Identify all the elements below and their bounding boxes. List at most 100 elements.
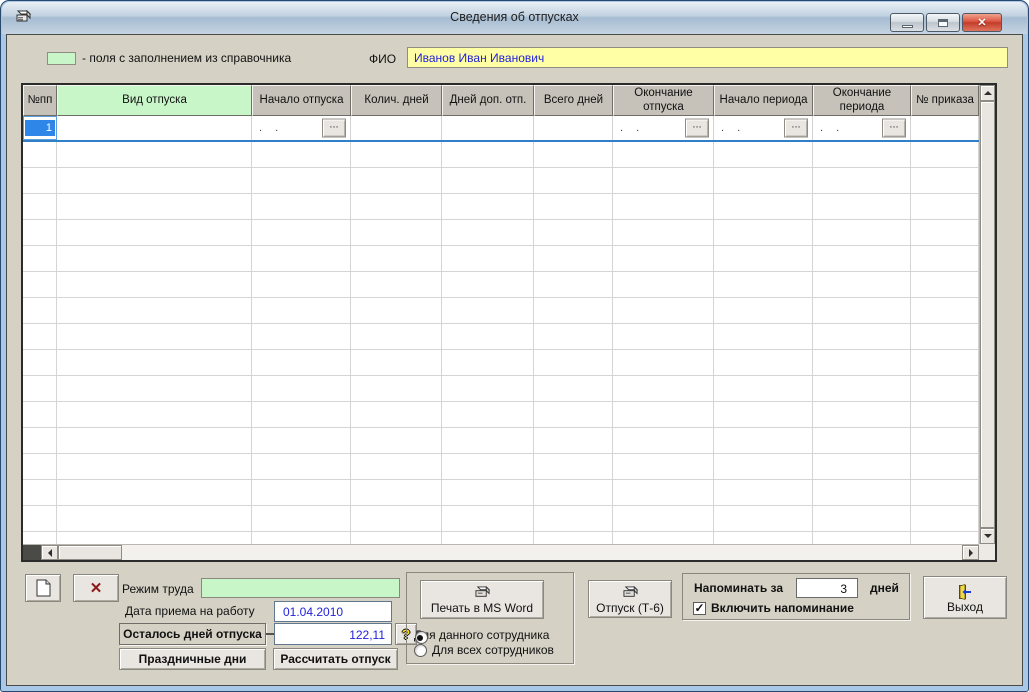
grid-cell: [613, 454, 714, 479]
horizontal-scrollbar[interactable]: [23, 544, 979, 560]
connector-line: [266, 633, 274, 635]
column-header-6[interactable]: Всего дней: [534, 85, 613, 116]
grid-cell: [911, 220, 979, 245]
grid-cell: [57, 428, 252, 453]
grid-empty-row[interactable]: [23, 480, 979, 506]
grid-empty-row[interactable]: [23, 350, 979, 376]
grid-cell: [613, 246, 714, 271]
grid-cell: [911, 506, 979, 531]
grid-cell: [813, 350, 911, 375]
column-header-1[interactable]: №пп: [23, 85, 57, 116]
column-header-7[interactable]: Окончание отпуска: [613, 85, 714, 116]
grid-empty-row[interactable]: [23, 402, 979, 428]
scroll-down-button[interactable]: [980, 528, 995, 544]
grid-empty-row[interactable]: [23, 220, 979, 246]
grid-empty-row[interactable]: [23, 298, 979, 324]
grid-cell: [813, 272, 911, 297]
column-header-10[interactable]: № приказа: [911, 85, 979, 116]
grid-cell-date[interactable]: . ....: [252, 116, 351, 140]
grid-body: 1. ..... ..... ..... ....: [23, 116, 979, 544]
grid-empty-row[interactable]: [23, 246, 979, 272]
column-header-4[interactable]: Колич. дней: [351, 85, 442, 116]
minimize-icon: [901, 24, 913, 28]
work-mode-input[interactable]: [201, 578, 400, 598]
grid-cell: [813, 220, 911, 245]
grid-cell: [23, 324, 57, 349]
grid-cell: [813, 428, 911, 453]
column-header-8[interactable]: Начало периода: [714, 85, 813, 116]
grid-cell-date[interactable]: . ....: [613, 116, 714, 140]
date-picker-button[interactable]: ...: [685, 118, 709, 138]
column-header-2[interactable]: Вид отпуска: [57, 85, 252, 116]
grid-cell: [57, 142, 252, 167]
column-header-3[interactable]: Начало отпуска: [252, 85, 351, 116]
delete-record-button[interactable]: ✕: [73, 574, 119, 602]
grid-cell: [252, 272, 351, 297]
scope-option-current[interactable]: Для данного сотрудника: [414, 628, 549, 644]
grid-empty-row[interactable]: [23, 506, 979, 532]
grid-cell: [442, 376, 534, 401]
scroll-left-button[interactable]: [41, 545, 58, 560]
reminder-checkbox[interactable]: ✓: [693, 601, 706, 615]
grid-cell[interactable]: [351, 116, 442, 140]
grid-cell-date[interactable]: . ....: [813, 116, 911, 140]
grid-selected-row[interactable]: 1. ..... ..... ..... ....: [23, 116, 979, 142]
grid-empty-row[interactable]: [23, 194, 979, 220]
grid-empty-row[interactable]: [23, 272, 979, 298]
scroll-up-button[interactable]: [980, 85, 995, 101]
grid-cell: [252, 480, 351, 505]
hire-date-label: Дата приема на работу: [125, 604, 255, 618]
column-header-9[interactable]: Окончание периода: [813, 85, 911, 116]
grid-cell-rownum[interactable]: 1: [23, 116, 57, 140]
arrow-down-icon: [983, 534, 992, 542]
print-word-button[interactable]: Печать в MS Word: [420, 580, 544, 619]
grid-cell: [714, 376, 813, 401]
hire-date-input[interactable]: 01.04.2010: [274, 601, 392, 622]
grid-cell: [351, 402, 442, 427]
horizontal-scroll-thumb[interactable]: [58, 545, 122, 560]
grid-cell-date[interactable]: . ....: [714, 116, 813, 140]
grid-empty-row[interactable]: [23, 168, 979, 194]
days-left-input[interactable]: 122,11: [274, 623, 392, 645]
fio-input[interactable]: Иванов Иван Иванович: [407, 47, 1008, 68]
column-header-label: Колич. дней: [364, 93, 429, 106]
holidays-button[interactable]: Праздничные дни: [119, 648, 266, 670]
reminder-toggle[interactable]: ✓ Включить напоминание: [693, 601, 854, 615]
exit-door-icon: [958, 584, 971, 600]
grid-empty-row[interactable]: [23, 532, 979, 544]
radio-all-employees[interactable]: [414, 643, 427, 657]
grid-cell: [714, 220, 813, 245]
date-picker-button[interactable]: ...: [784, 118, 808, 138]
column-header-5[interactable]: Дней доп. отп.: [442, 85, 534, 116]
column-header-label: Окончание периода: [832, 87, 892, 113]
column-header-label: Начало отпуска: [259, 93, 344, 106]
grid-cell: [613, 350, 714, 375]
grid-cell[interactable]: [57, 116, 252, 140]
scroll-right-button[interactable]: [962, 545, 979, 560]
grid-empty-row[interactable]: [23, 376, 979, 402]
grid-cell[interactable]: [442, 116, 534, 140]
vertical-scroll-thumb[interactable]: [980, 101, 995, 528]
minimize-button[interactable]: [890, 13, 924, 32]
date-picker-button[interactable]: ...: [322, 118, 346, 138]
grid-cell: [714, 324, 813, 349]
grid-cell[interactable]: [534, 116, 613, 140]
grid-empty-row[interactable]: [23, 454, 979, 480]
new-record-button[interactable]: [25, 574, 61, 602]
close-button[interactable]: ✕: [962, 13, 1002, 32]
grid-empty-row[interactable]: [23, 324, 979, 350]
date-picker-button[interactable]: ...: [882, 118, 906, 138]
grid-empty-row[interactable]: [23, 428, 979, 454]
maximize-button[interactable]: [926, 13, 960, 32]
print-t6-button[interactable]: Отпуск (Т-6): [588, 580, 672, 618]
grid-cell[interactable]: [911, 116, 979, 140]
scope-option-all[interactable]: Для всех сотрудников: [414, 643, 554, 657]
exit-button[interactable]: Выход: [923, 576, 1007, 619]
grid-cell: [442, 532, 534, 544]
grid-empty-row[interactable]: [23, 142, 979, 168]
window-titlebar[interactable]: Сведения об отпусках ✕: [2, 2, 1027, 34]
remind-days-input[interactable]: 3: [796, 578, 858, 598]
grid-cell: [613, 428, 714, 453]
vertical-scrollbar[interactable]: [979, 85, 995, 544]
calculate-vacation-button[interactable]: Рассчитать отпуск: [273, 648, 398, 670]
